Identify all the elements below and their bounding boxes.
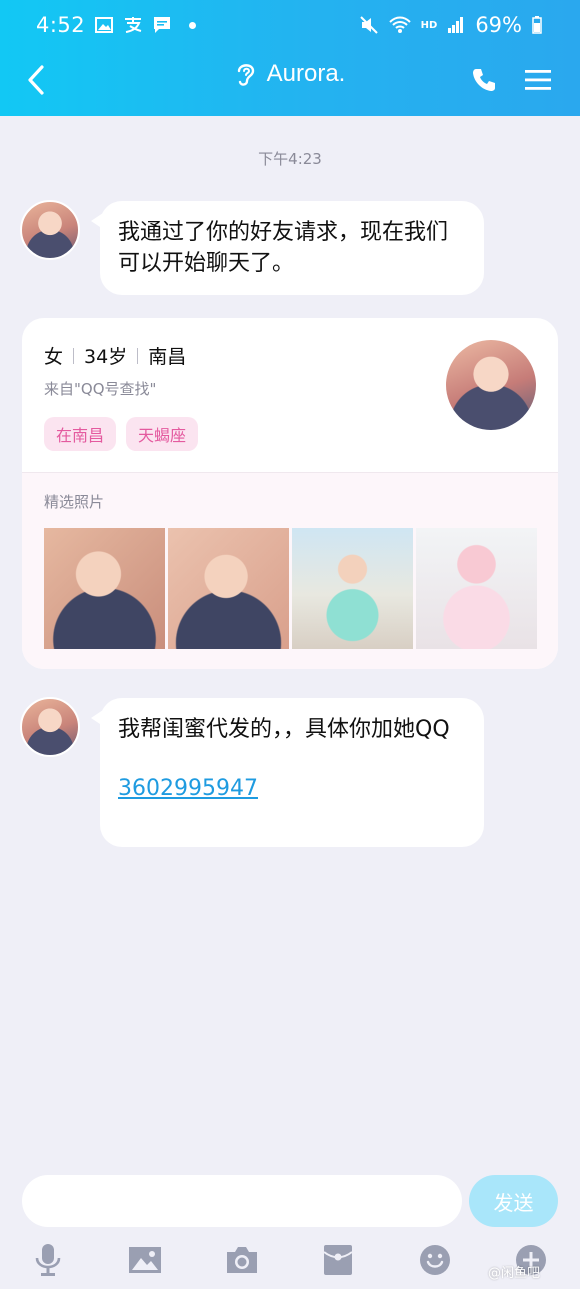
voice-button[interactable] [23,1236,73,1284]
info-separator [137,347,139,364]
chat-title[interactable]: Aurora. [267,60,346,88]
gallery-button[interactable] [120,1236,170,1284]
message-bubble[interactable]: 我通过了你的好友请求，现在我们可以开始聊天了。 [91,201,484,295]
message-notification-icon [154,17,171,33]
featured-photo[interactable] [416,528,537,649]
chevron-left-icon [28,65,44,95]
gallery-notification-icon [95,17,114,33]
watermark: @闲鱼吧 [488,1266,541,1281]
profile-basic-info: 女 34岁 南昌 [44,342,186,369]
emoji-icon [420,1245,450,1275]
featured-photo[interactable] [292,528,413,649]
info-separator [73,347,75,364]
menu-icon [525,70,551,90]
nav-bar: Aurora. [0,50,580,116]
red-packet-button[interactable] [313,1236,363,1284]
message-text: 我帮闺蜜代发的，，具体你加她QQ [118,717,450,742]
profile-card[interactable]: 女 34岁 南昌 来自"QQ号查找" 在南昌 天蝎座 精选照片 [22,318,558,669]
compose-row: 发送 [22,1175,558,1227]
camera-button[interactable] [217,1236,267,1284]
battery-percent: 69% [475,13,522,37]
wifi-icon [388,16,411,33]
status-time: 4:52 [36,13,86,37]
profile-tag: 在南昌 [44,417,117,451]
profile-age: 34岁 [84,346,128,368]
profile-tag: 天蝎座 [126,417,199,451]
chat-settings-button[interactable] [520,62,556,98]
contact-avatar[interactable] [20,200,80,260]
red-envelope-icon [323,1245,353,1275]
featured-photos-section: 精选照片 [22,472,558,669]
ear-icon [237,64,254,86]
battery-icon [532,16,542,34]
send-button[interactable]: 发送 [469,1175,558,1227]
emoji-button[interactable] [410,1236,460,1284]
phone-icon [473,69,495,91]
contact-avatar[interactable] [20,697,80,757]
microphone-icon [35,1244,61,1276]
camera-icon [227,1247,257,1273]
more-notifications-dot [189,21,197,29]
hd-label: HD [420,19,438,31]
featured-photo[interactable] [44,528,165,649]
message-text: 我通过了你的好友请求，现在我们可以开始聊天了。 [118,220,449,276]
image-icon [129,1247,161,1273]
message-input[interactable] [22,1175,462,1227]
header: 4:52 HD 69% Aurora. [0,0,580,116]
featured-photos-label: 精选照片 [44,493,105,511]
profile-card-header: 女 34岁 南昌 来自"QQ号查找" 在南昌 天蝎座 [22,318,558,472]
profile-avatar[interactable] [446,340,536,430]
featured-photo[interactable] [168,528,289,649]
featured-photos [44,528,537,649]
profile-city: 南昌 [148,346,187,368]
mute-icon [359,16,378,34]
qq-number-link[interactable]: 3602995947 [118,776,258,801]
message-bubble[interactable]: 我帮闺蜜代发的，，具体你加她QQ 3602995947 [91,698,484,847]
back-button[interactable] [18,62,54,98]
profile-tags: 在南昌 天蝎座 [44,417,199,451]
signal-icon [448,17,464,33]
alipay-notification-icon [125,17,142,33]
profile-source: 来自"QQ号查找" [44,380,157,398]
profile-gender: 女 [44,346,64,368]
status-bar: 4:52 HD 69% [0,0,580,50]
message-timestamp: 下午4:23 [258,150,322,168]
voice-call-button[interactable] [466,62,502,98]
